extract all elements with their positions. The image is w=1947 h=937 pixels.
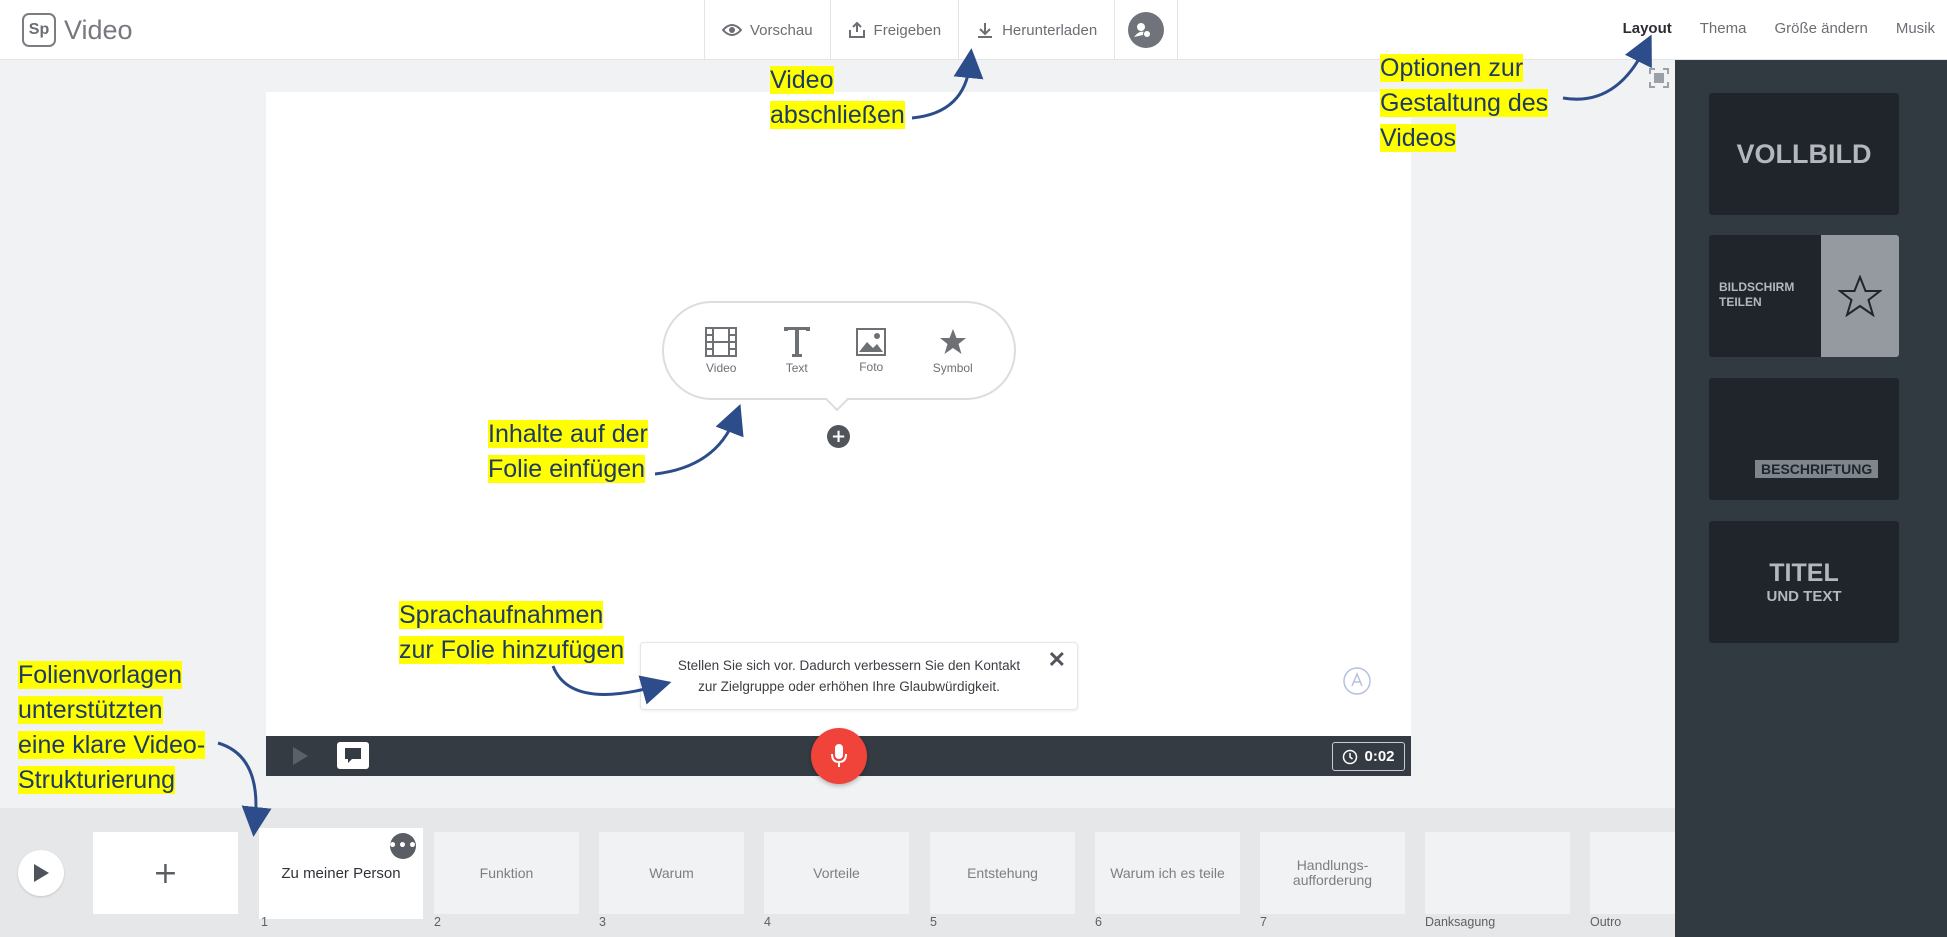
layout-split-label: BILDSCHIRM TEILEN — [1719, 280, 1795, 309]
star-icon — [939, 328, 966, 354]
spark-logo-icon: Sp — [22, 13, 56, 47]
play-icon — [34, 864, 49, 882]
slide-number: 1 — [261, 915, 268, 929]
slide-thumb[interactable]: Warum — [599, 832, 744, 914]
tip-text: Stellen Sie sich vor. Dadurch verbessern… — [677, 658, 1021, 694]
layout-caption-label: BESCHRIFTUNG — [1755, 460, 1879, 478]
symbol-label: Symbol — [932, 360, 973, 375]
design-tabs: Layout Thema Größe ändern Musik — [1595, 0, 1947, 56]
film-icon — [705, 326, 738, 357]
add-symbol-button[interactable]: Symbol — [933, 327, 973, 375]
tab-resize[interactable]: Größe ändern — [1774, 20, 1867, 37]
share-icon — [848, 21, 865, 38]
text-icon — [783, 326, 810, 357]
annotation-finish: Video abschließen — [770, 66, 905, 129]
annotation-voice: Sprachaufnahmen zur Folie hinzufügen — [399, 601, 625, 664]
add-text-button[interactable]: Text — [783, 326, 810, 375]
app-title: Video — [64, 14, 133, 45]
preview-label: Vorschau — [750, 21, 813, 39]
layout-title-sublabel: UND TEXT — [1766, 588, 1842, 605]
slide-thumb[interactable]: Funktion — [434, 832, 579, 914]
layout-panel: VOLLBILD BILDSCHIRM TEILEN BESCHRIFTUNG … — [1675, 60, 1947, 937]
text-label: Text — [785, 360, 808, 375]
eye-icon — [722, 24, 742, 36]
add-photo-button[interactable]: Foto — [856, 327, 887, 374]
slide-thumb[interactable]: Entstehung — [930, 832, 1075, 914]
download-label: Herunterladen — [1002, 21, 1098, 39]
slide-thumb[interactable]: Handlungs- aufforderung — [1260, 832, 1405, 914]
slide-thumb[interactable]: Vorteile — [764, 832, 909, 914]
slide-number: 5 — [930, 915, 937, 929]
slide-number: Danksagung — [1425, 915, 1496, 929]
project-actions: Vorschau Freigeben Herunterladen — [704, 0, 1179, 60]
play-icon[interactable] — [290, 746, 310, 766]
add-slide-button[interactable]: + — [93, 832, 238, 914]
microphone-icon — [831, 744, 847, 767]
layout-fullscreen-label: VOLLBILD — [1736, 138, 1872, 169]
play-all-button[interactable] — [18, 850, 64, 896]
annotation-design: Optionen zur Gestaltung des Videos — [1380, 54, 1549, 152]
layout-fullscreen[interactable]: VOLLBILD — [1709, 93, 1899, 215]
watermark-icon — [1343, 667, 1371, 695]
slide-number: 6 — [1095, 915, 1102, 929]
slide-thumb[interactable] — [1425, 832, 1570, 914]
slide-number: Outro — [1590, 915, 1622, 929]
annotation-insert: Inhalte auf der Folie einfügen — [488, 420, 648, 483]
top-bar: Sp Video Vorschau Freigeben Herunterlade… — [0, 0, 1947, 60]
record-voice-button[interactable] — [811, 728, 867, 784]
preview-button[interactable]: Vorschau — [704, 0, 830, 60]
share-label: Freigeben — [873, 21, 942, 39]
photo-label: Foto — [859, 359, 884, 374]
slide-thumb[interactable] — [1590, 832, 1675, 914]
tab-theme[interactable]: Thema — [1700, 20, 1747, 37]
duration-text: 0:02 — [1364, 748, 1395, 765]
layout-split-screen[interactable]: BILDSCHIRM TEILEN — [1709, 235, 1899, 357]
duration-badge[interactable]: 0:02 — [1332, 742, 1405, 771]
add-content-icon[interactable]: + — [827, 425, 850, 448]
content-type-bubble: Video Text Foto Symbol — [662, 301, 1016, 400]
slide-number: 3 — [599, 915, 606, 929]
star-outline-icon — [1838, 275, 1882, 317]
layout-title-text[interactable]: TITEL UND TEXT — [1709, 521, 1899, 643]
user-add-icon — [1128, 12, 1165, 48]
layout-title-label: TITEL — [1769, 559, 1839, 587]
annotation-templates: Folienvorlagen unterstützten eine klare … — [18, 661, 206, 794]
photo-icon — [856, 327, 887, 356]
add-video-button[interactable]: Video — [705, 326, 738, 375]
slide-thumb[interactable]: Warum ich es teile — [1095, 832, 1240, 914]
close-icon[interactable]: ✕ — [1048, 649, 1066, 671]
download-button[interactable]: Herunterladen — [958, 0, 1114, 60]
more-options-icon[interactable]: ••• — [388, 833, 417, 859]
collaborator-button[interactable] — [1114, 0, 1179, 60]
slide-number: 2 — [434, 915, 441, 929]
tab-layout[interactable]: Layout — [1623, 20, 1672, 37]
share-button[interactable]: Freigeben — [829, 0, 959, 60]
layout-caption[interactable]: BESCHRIFTUNG — [1709, 378, 1899, 500]
slide-strip: + Zu meiner Person ••• 1 Funktion 2 Waru… — [0, 808, 1675, 937]
slide-number: 4 — [764, 915, 771, 929]
video-label: Video — [705, 360, 737, 375]
slide-number: 7 — [1260, 915, 1267, 929]
collapse-icon[interactable] — [1648, 67, 1670, 89]
clock-icon — [1343, 749, 1358, 764]
app-logo[interactable]: Sp Video — [22, 13, 133, 47]
tab-music[interactable]: Musik — [1896, 20, 1935, 37]
download-icon — [978, 23, 993, 38]
speech-icon[interactable] — [337, 742, 369, 769]
tip-popover: Stellen Sie sich vor. Dadurch verbessern… — [640, 642, 1078, 710]
layout-split-preview — [1821, 235, 1899, 357]
